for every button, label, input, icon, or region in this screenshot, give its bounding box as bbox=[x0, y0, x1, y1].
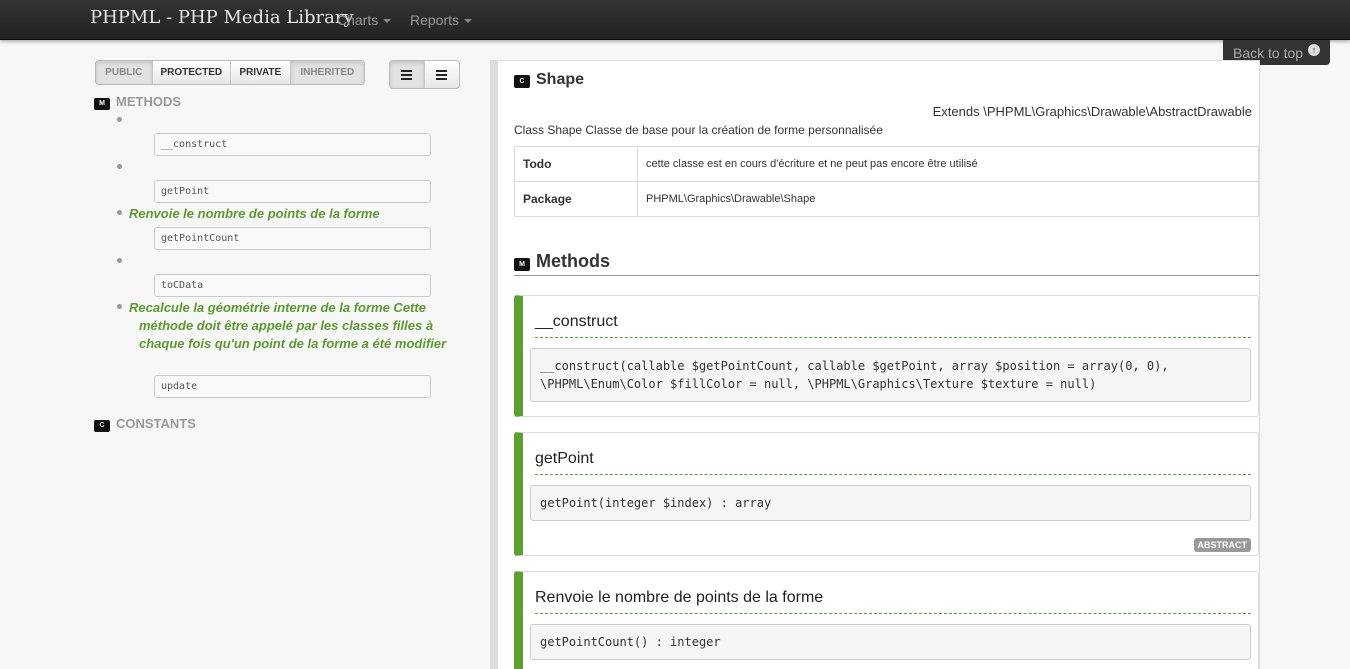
info-value: cette classe est en cours d'écriture et … bbox=[637, 146, 1259, 182]
class-description: Class Shape Classe de base pour la créat… bbox=[514, 123, 883, 137]
sidebar-method-tocdata[interactable]: toCData bbox=[154, 274, 431, 297]
chevron-down-icon bbox=[383, 19, 392, 24]
list-bullet bbox=[117, 117, 122, 122]
nav-reports-label: Reports bbox=[410, 12, 460, 28]
table-row: Package PHPML\Graphics\Drawable\Shape bbox=[514, 181, 1259, 217]
filter-private-button[interactable]: PRIVATE bbox=[231, 61, 291, 84]
method-signature: getPointCount() : integer bbox=[530, 624, 1251, 660]
class-title: C Shape bbox=[514, 71, 584, 89]
info-key: Todo bbox=[514, 146, 638, 182]
filter-protected-button[interactable]: PROTECTED bbox=[153, 61, 231, 84]
method-title: Renvoie le nombre de points de la forme bbox=[535, 572, 1251, 614]
arrow-up-circle-icon: ↑ bbox=[1308, 44, 1320, 56]
list-view-button[interactable] bbox=[390, 61, 425, 88]
table-row: Todo cette classe est en cours d'écritur… bbox=[514, 146, 1259, 182]
methods-title-label: Methods bbox=[536, 251, 610, 271]
filter-inherited-button[interactable]: INHERITED bbox=[290, 61, 364, 84]
class-content-panel: C Shape Extends \PHPML\Graphics\Drawable\… bbox=[490, 60, 1260, 669]
method-card-getpointcount: Renvoie le nombre de points de la forme … bbox=[514, 571, 1259, 669]
visibility-filter-group: PUBLIC PROTECTED PRIVATE INHERITED bbox=[95, 60, 365, 85]
class-info-table: Todo cette classe est en cours d'écritur… bbox=[514, 146, 1259, 217]
abstract-badge: ABSTRACT bbox=[1193, 538, 1251, 552]
chevron-down-icon bbox=[464, 19, 473, 24]
method-badge-icon: M bbox=[514, 258, 530, 271]
info-value: PHPML\Graphics\Drawable\Shape bbox=[637, 181, 1259, 217]
description-continued: méthode doit être appelé par les classes… bbox=[139, 318, 447, 351]
sidebar-method-construct[interactable]: __construct bbox=[154, 133, 431, 156]
method-badge-icon: M bbox=[94, 98, 110, 110]
description-first-line: Recalcule la géométrie interne de la for… bbox=[129, 300, 426, 315]
class-name: Shape bbox=[536, 71, 585, 88]
method-title: getPoint bbox=[535, 433, 1251, 475]
info-key: Package bbox=[514, 181, 638, 217]
sidebar-constants-label: CONSTANTS bbox=[116, 416, 196, 431]
sidebar-method-getpoint[interactable]: getPoint bbox=[154, 180, 431, 203]
sidebar-constants-heading[interactable]: C CONSTANTS bbox=[94, 416, 196, 432]
sidebar-method-update[interactable]: update bbox=[154, 375, 431, 398]
back-to-top-label: Back to top bbox=[1233, 45, 1304, 61]
method-card-construct: __construct __construct(callable $getPoi… bbox=[514, 295, 1259, 417]
filter-public-button[interactable]: PUBLIC bbox=[96, 61, 153, 84]
list-icon bbox=[401, 69, 413, 80]
sidebar-method-description: Recalcule la géométrie interne de la for… bbox=[117, 299, 447, 353]
brand-title[interactable]: PHPML - PHP Media Library bbox=[90, 7, 354, 28]
method-signature: __construct(callable $getPointCount, cal… bbox=[530, 348, 1251, 402]
sidebar-methods-heading[interactable]: M METHODS bbox=[94, 94, 181, 110]
class-badge-icon: C bbox=[514, 75, 530, 88]
nav-reports-dropdown[interactable]: Reports bbox=[410, 12, 473, 28]
sidebar-methods-label: METHODS bbox=[116, 94, 181, 109]
method-signature: getPoint(integer $index) : array bbox=[530, 485, 1251, 521]
compact-view-button[interactable] bbox=[425, 61, 460, 88]
sidebar-method-description: Renvoie le nombre de points de la forme bbox=[117, 205, 447, 223]
menu-lines-icon bbox=[436, 69, 448, 80]
constant-badge-icon: C bbox=[94, 420, 110, 432]
sidebar-method-getpointcount[interactable]: getPointCount bbox=[154, 227, 431, 250]
view-mode-group bbox=[389, 60, 460, 89]
method-title: __construct bbox=[535, 296, 1251, 338]
list-bullet bbox=[117, 164, 122, 169]
methods-section-title: M Methods bbox=[514, 251, 1259, 276]
nav-charts-label: Charts bbox=[337, 12, 379, 28]
list-bullet bbox=[117, 258, 122, 263]
top-navbar: PHPML - PHP Media Library Charts Reports bbox=[0, 0, 1350, 40]
extends-line: Extends \PHPML\Graphics\Drawable\Abstrac… bbox=[932, 104, 1252, 119]
method-card-getpoint: getPoint getPoint(integer $index) : arra… bbox=[514, 432, 1259, 556]
nav-charts-dropdown[interactable]: Charts bbox=[337, 12, 392, 28]
